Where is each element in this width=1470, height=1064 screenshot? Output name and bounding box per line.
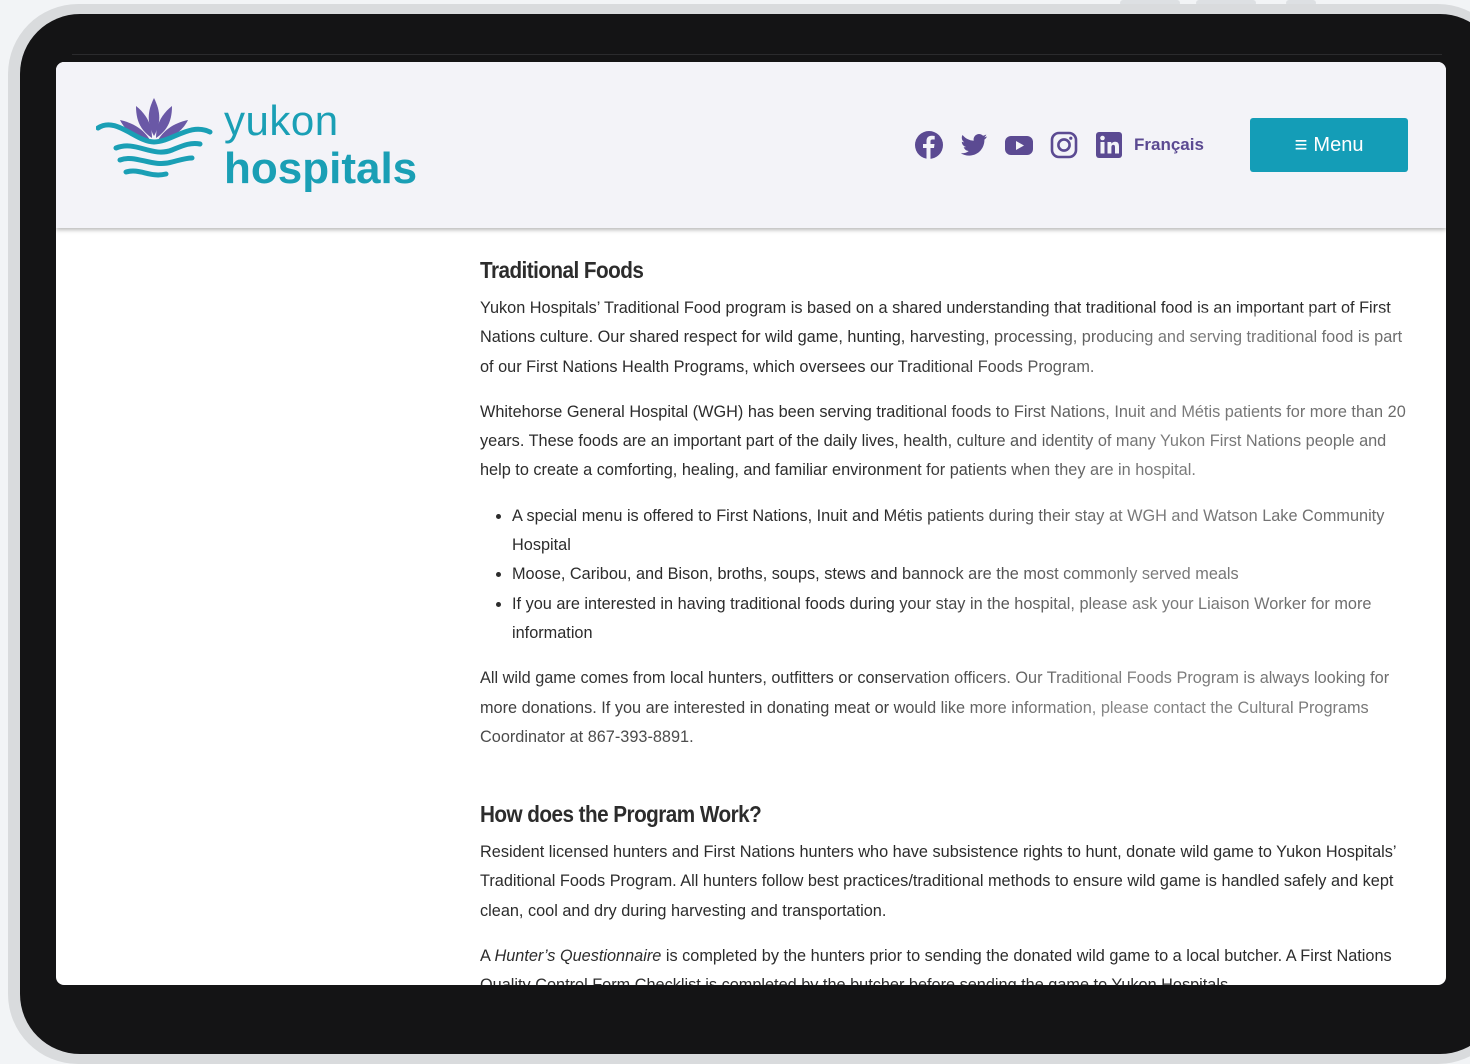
linkedin-icon[interactable]	[1094, 130, 1124, 160]
site-logo[interactable]: yukon hospitals	[96, 92, 418, 202]
browser-screen: yukon hospitals Français ≡ Menu Traditio…	[56, 62, 1446, 985]
logo-text-yukon: yukon	[224, 97, 339, 144]
main-content: Traditional Foods Yukon Hospitals’ Tradi…	[480, 252, 1420, 985]
social-links	[914, 130, 1139, 160]
site-header: yukon hospitals Français ≡ Menu	[56, 62, 1446, 228]
section-heading-program-work: How does the Program Work?	[480, 801, 762, 828]
list-item: Moose, Caribou, and Bison, broths, soups…	[512, 560, 1420, 589]
paragraph: Whitehorse General Hospital (WGH) has be…	[480, 402, 1406, 480]
paragraph: A Hunter’s Questionnaire is completed by…	[480, 942, 1420, 985]
language-toggle-link[interactable]: Français	[1134, 135, 1204, 155]
menu-button[interactable]: ≡ Menu	[1250, 118, 1408, 172]
paragraph: All wild game comes from local hunters, …	[480, 669, 1390, 746]
list-item: A special menu is offered to First Natio…	[512, 502, 1420, 561]
list-item: If you are interested in having traditio…	[512, 590, 1420, 649]
youtube-icon[interactable]	[1004, 130, 1034, 160]
hamburger-icon: ≡	[1294, 132, 1308, 157]
menu-button-label: Menu	[1313, 133, 1364, 156]
twitter-icon[interactable]	[959, 130, 989, 160]
facebook-icon[interactable]	[914, 130, 944, 160]
hunters-questionnaire-text: Hunter’s Questionnaire	[494, 947, 662, 966]
paragraph: Yukon Hospitals’ Traditional Food progra…	[480, 299, 1403, 376]
bullet-list: A special menu is offered to First Natio…	[480, 502, 1420, 648]
section-heading-traditional-foods: Traditional Foods	[480, 257, 644, 283]
paragraph: Resident licensed hunters and First Nati…	[480, 843, 1396, 920]
paragraph-text: A	[480, 947, 495, 966]
logo-text-hospitals: hospitals	[224, 144, 418, 193]
instagram-icon[interactable]	[1049, 130, 1079, 160]
screen-edge	[72, 54, 1442, 55]
lotus-logo-icon	[96, 98, 213, 178]
